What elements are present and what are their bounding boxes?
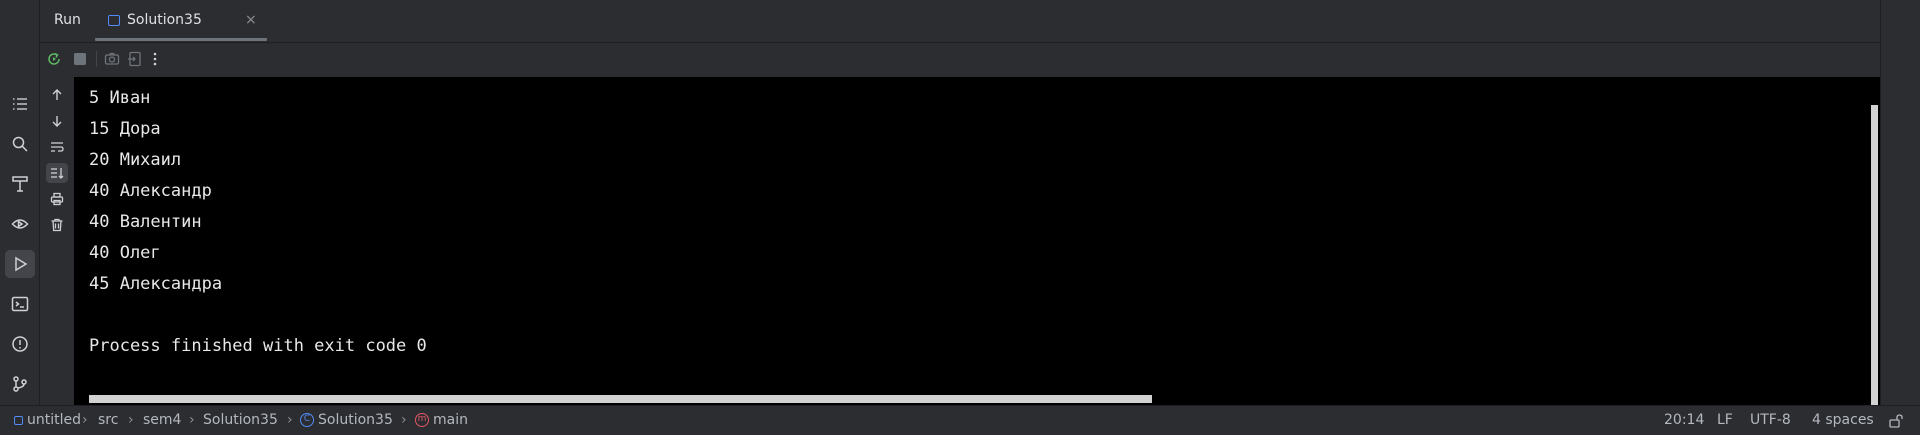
- run-panel-title: Run: [54, 12, 81, 28]
- class-file-icon: [108, 15, 120, 26]
- method-icon: m: [415, 413, 429, 427]
- console-line: 40 Валентин: [89, 212, 202, 232]
- chevron-right-icon: ›: [287, 412, 293, 428]
- console-line: 40 Олег: [89, 243, 161, 263]
- build-icon[interactable]: [5, 170, 35, 198]
- right-tool-strip: [1880, 0, 1920, 405]
- soft-wrap-icon[interactable]: [46, 137, 68, 157]
- chevron-right-icon: ›: [128, 412, 134, 428]
- breadcrumb-class[interactable]: C Solution35: [300, 412, 393, 428]
- breadcrumb-method[interactable]: m main: [415, 412, 468, 428]
- module-icon: [14, 415, 23, 425]
- console-line: Process finished with exit code 0: [89, 336, 427, 356]
- console-output[interactable]: 5 Иван 15 Дора 20 Михаил 40 Александр 40…: [74, 77, 1880, 405]
- chevron-right-icon: ›: [401, 412, 407, 428]
- toolbar-divider: [96, 51, 97, 67]
- git-icon[interactable]: [5, 370, 35, 398]
- caret-position[interactable]: 20:14: [1664, 412, 1704, 428]
- horizontal-scrollbar[interactable]: [89, 395, 1152, 403]
- breadcrumb-src[interactable]: src: [98, 412, 118, 428]
- active-tab-indicator: [95, 38, 267, 41]
- console-line: 45 Александра: [89, 274, 223, 294]
- tool-window-strip: [0, 0, 40, 405]
- vertical-scrollbar[interactable]: [1871, 105, 1878, 405]
- close-icon[interactable]: ×: [245, 12, 257, 28]
- problems-icon[interactable]: [5, 330, 35, 358]
- breadcrumb-label: Solution35: [318, 412, 393, 428]
- indent-settings[interactable]: 4 spaces: [1812, 412, 1874, 428]
- rerun-icon[interactable]: [44, 49, 64, 69]
- class-icon: C: [300, 413, 314, 427]
- console-lines: 5 Иван 15 Дора 20 Михаил 40 Александр 40…: [89, 83, 427, 362]
- breadcrumb-label: main: [433, 412, 468, 428]
- run-panel-header: Run Solution35 ×: [40, 0, 1880, 43]
- terminal-icon[interactable]: [5, 290, 35, 318]
- chevron-right-icon: ›: [189, 412, 195, 428]
- console-line: 5 Иван: [89, 88, 151, 108]
- status-bar: untitled › src › sem4 › Solution35 › C S…: [0, 405, 1920, 435]
- line-separator[interactable]: LF: [1717, 412, 1733, 428]
- search-icon[interactable]: [5, 130, 35, 158]
- camera-icon[interactable]: [102, 49, 122, 69]
- console-gutter: [40, 77, 74, 405]
- breadcrumb-label: src: [98, 412, 119, 428]
- lock-icon[interactable]: [1888, 413, 1904, 433]
- breadcrumb-label: Solution35: [203, 412, 278, 428]
- stop-icon[interactable]: [70, 49, 90, 69]
- structure-icon[interactable]: [5, 90, 35, 118]
- scroll-to-end-icon[interactable]: [46, 163, 68, 183]
- file-encoding[interactable]: UTF-8: [1750, 412, 1791, 428]
- export-icon[interactable]: [125, 49, 145, 69]
- run-toolbar: [40, 43, 1880, 76]
- chevron-right-icon: ›: [82, 412, 88, 428]
- console-line: 40 Александр: [89, 181, 212, 201]
- services-icon[interactable]: [5, 210, 35, 238]
- ide-window: Run Solution35 × 5 Иван 15 Дора 20 Михаи…: [0, 0, 1920, 435]
- console-line: 15 Дора: [89, 119, 161, 139]
- arrow-down-icon[interactable]: [46, 111, 68, 131]
- breadcrumb-label: untitled: [27, 412, 82, 428]
- tab-label[interactable]: Solution35: [127, 12, 202, 28]
- breadcrumb-project[interactable]: untitled: [14, 412, 81, 428]
- arrow-up-icon[interactable]: [46, 85, 68, 105]
- print-icon[interactable]: [46, 189, 68, 209]
- breadcrumb-package[interactable]: sem4: [143, 412, 181, 428]
- breadcrumb-label: sem4: [143, 412, 182, 428]
- run-icon[interactable]: [5, 250, 35, 278]
- breadcrumb-file[interactable]: Solution35: [203, 412, 278, 428]
- trash-icon[interactable]: [46, 215, 68, 235]
- console-line: 20 Михаил: [89, 150, 182, 170]
- more-icon[interactable]: [145, 49, 165, 69]
